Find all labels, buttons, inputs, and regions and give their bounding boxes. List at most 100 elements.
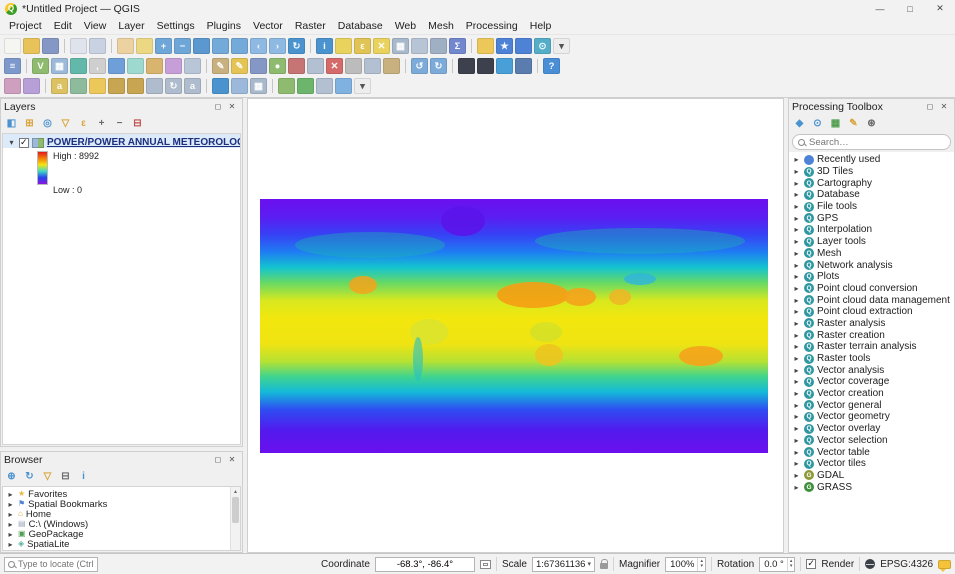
browser-item[interactable]: ● PostgreSQL	[3, 549, 240, 551]
expand-all[interactable]: +	[94, 116, 109, 131]
pin-unpin-labels[interactable]	[108, 78, 125, 94]
expander-icon[interactable]	[792, 190, 801, 199]
select-features[interactable]	[335, 38, 352, 54]
current-edits[interactable]: ✎	[206, 58, 229, 74]
processing-group[interactable]: Q Raster analysis	[789, 318, 954, 330]
menu-item[interactable]: Edit	[48, 18, 78, 34]
menu-item[interactable]: Plugins	[201, 18, 247, 34]
expander-icon[interactable]	[792, 155, 801, 164]
toggle-extents-icon[interactable]	[479, 559, 491, 569]
paste-features[interactable]	[383, 58, 400, 74]
lock-scale-icon[interactable]	[599, 558, 609, 569]
zoom-to-selection[interactable]	[212, 38, 229, 54]
filter-legend-by-expression[interactable]: ε	[76, 116, 91, 131]
browser-scrollbar[interactable]: ▲	[230, 487, 240, 550]
expander-icon[interactable]	[792, 366, 801, 375]
add-raster-layer[interactable]: ▦	[51, 58, 68, 74]
deselect-features[interactable]: ✕	[373, 38, 390, 54]
search-plugin[interactable]	[477, 58, 494, 74]
expander-icon[interactable]	[792, 272, 801, 281]
float-panel-icon[interactable]: ◻	[211, 454, 225, 466]
processing-toolbox-toggle[interactable]	[206, 78, 229, 94]
rotation-spinbox[interactable]: 0.0 ° ▴ ▾	[759, 556, 796, 572]
menu-item[interactable]: Database	[332, 18, 389, 34]
processing-group[interactable]: Q Vector geometry	[789, 411, 954, 423]
browser-item[interactable]: ▣ GeoPackage	[3, 529, 240, 540]
collapse-all[interactable]: ⊟	[58, 469, 73, 484]
browser-item[interactable]: ⌂ Home	[3, 509, 240, 520]
move-feature[interactable]	[307, 58, 324, 74]
rotate-label[interactable]: ↻	[165, 78, 182, 94]
add-group[interactable]: ⊞	[22, 116, 37, 131]
add-oracle-layer[interactable]	[146, 58, 163, 74]
close-button[interactable]: ✕	[925, 0, 955, 17]
browser-item[interactable]: ⚑ Spatial Bookmarks	[3, 499, 240, 510]
processing-results-viewer[interactable]: ▦	[828, 116, 843, 131]
processing-group[interactable]: Q File tools	[789, 201, 954, 213]
open-layer-styling-dock[interactable]: ◧	[4, 116, 19, 131]
layer-item[interactable]: POWER/POWER ANNUAL METEOROLOGY LST	[3, 134, 240, 148]
menu-item[interactable]: View	[78, 18, 113, 34]
expander-icon[interactable]	[792, 448, 801, 457]
processing-group[interactable]: Q Vector general	[789, 399, 954, 411]
expander-icon[interactable]	[792, 377, 801, 386]
zoom-to-layer[interactable]	[231, 38, 248, 54]
show-hide-labels[interactable]	[127, 78, 144, 94]
scroll-up-icon[interactable]: ▲	[231, 487, 240, 496]
layer-labeling-options[interactable]: a	[45, 78, 68, 94]
processing-group[interactable]: Q Raster tools	[789, 353, 954, 365]
processing-group[interactable]: Q Raster creation	[789, 329, 954, 341]
maximize-button[interactable]: □	[895, 0, 925, 17]
browser-properties[interactable]: i	[76, 469, 91, 484]
expander-icon[interactable]	[792, 412, 801, 421]
redo[interactable]: ↻	[430, 58, 447, 74]
zoom-out[interactable]: −	[174, 38, 191, 54]
processing-group[interactable]: Q GPS	[789, 212, 954, 224]
close-panel-icon[interactable]: ✕	[937, 101, 951, 113]
show-layout-manager[interactable]	[89, 38, 106, 54]
edit-features-in-place[interactable]: ✎	[846, 116, 861, 131]
processing-group[interactable]: Q Point cloud extraction	[789, 306, 954, 318]
layer-styling-toggle[interactable]	[4, 78, 21, 94]
menu-item[interactable]: Mesh	[422, 18, 460, 34]
processing-group[interactable]: Q Layer tools	[789, 236, 954, 248]
new-virtual-layer[interactable]	[316, 78, 333, 94]
measure-line[interactable]	[430, 38, 447, 54]
osm-download[interactable]	[335, 78, 352, 94]
processing-group[interactable]: Q Database	[789, 189, 954, 201]
layer-visibility-checkbox[interactable]	[19, 137, 29, 148]
expander-icon[interactable]	[792, 436, 801, 445]
scale-combo[interactable]: 1:67361136 ▾	[531, 556, 595, 572]
add-wms-wmts-layer[interactable]	[165, 58, 182, 74]
filter-browser[interactable]: ▽	[40, 469, 55, 484]
processing-group[interactable]: G GDAL	[789, 470, 954, 482]
toggle-editing[interactable]: ✎	[231, 58, 248, 74]
expander-icon[interactable]	[792, 249, 801, 258]
new-project[interactable]	[4, 38, 21, 54]
processing-group[interactable]: Q Vector overlay	[789, 423, 954, 435]
expander-icon[interactable]	[792, 471, 801, 480]
processing-group[interactable]: Q Raster terrain analysis	[789, 341, 954, 353]
expander-icon[interactable]	[792, 483, 801, 492]
zoom-in[interactable]: +	[155, 38, 172, 54]
magnifier-spinbox[interactable]: 100% ▴ ▾	[665, 556, 706, 572]
expander-icon[interactable]	[792, 307, 801, 316]
processing-group[interactable]: Q Point cloud conversion	[789, 283, 954, 295]
expander-icon[interactable]	[792, 284, 801, 293]
menu-item[interactable]: Raster	[289, 18, 332, 34]
crs-globe-icon[interactable]	[865, 559, 876, 569]
menu-item[interactable]: Settings	[151, 18, 201, 34]
show-statistical-summary[interactable]: Σ	[449, 38, 466, 54]
close-panel-icon[interactable]: ✕	[225, 454, 239, 466]
map-refresh-dropdown[interactable]: ▾	[553, 38, 570, 54]
select-by-expression[interactable]: ε	[354, 38, 371, 54]
expander-icon[interactable]	[792, 331, 801, 340]
cut-features[interactable]	[345, 58, 362, 74]
processing-group[interactable]: Q Mesh	[789, 248, 954, 260]
open-attribute-table[interactable]: ▦	[392, 38, 409, 54]
processing-group[interactable]: Q Vector analysis	[789, 364, 954, 376]
georeferencer[interactable]	[231, 78, 248, 94]
browser-item[interactable]: ◈ SpatiaLite	[3, 539, 240, 550]
layer-name[interactable]: POWER/POWER ANNUAL METEOROLOGY LST	[47, 137, 240, 148]
raster-calculator[interactable]: ▦	[250, 78, 267, 94]
